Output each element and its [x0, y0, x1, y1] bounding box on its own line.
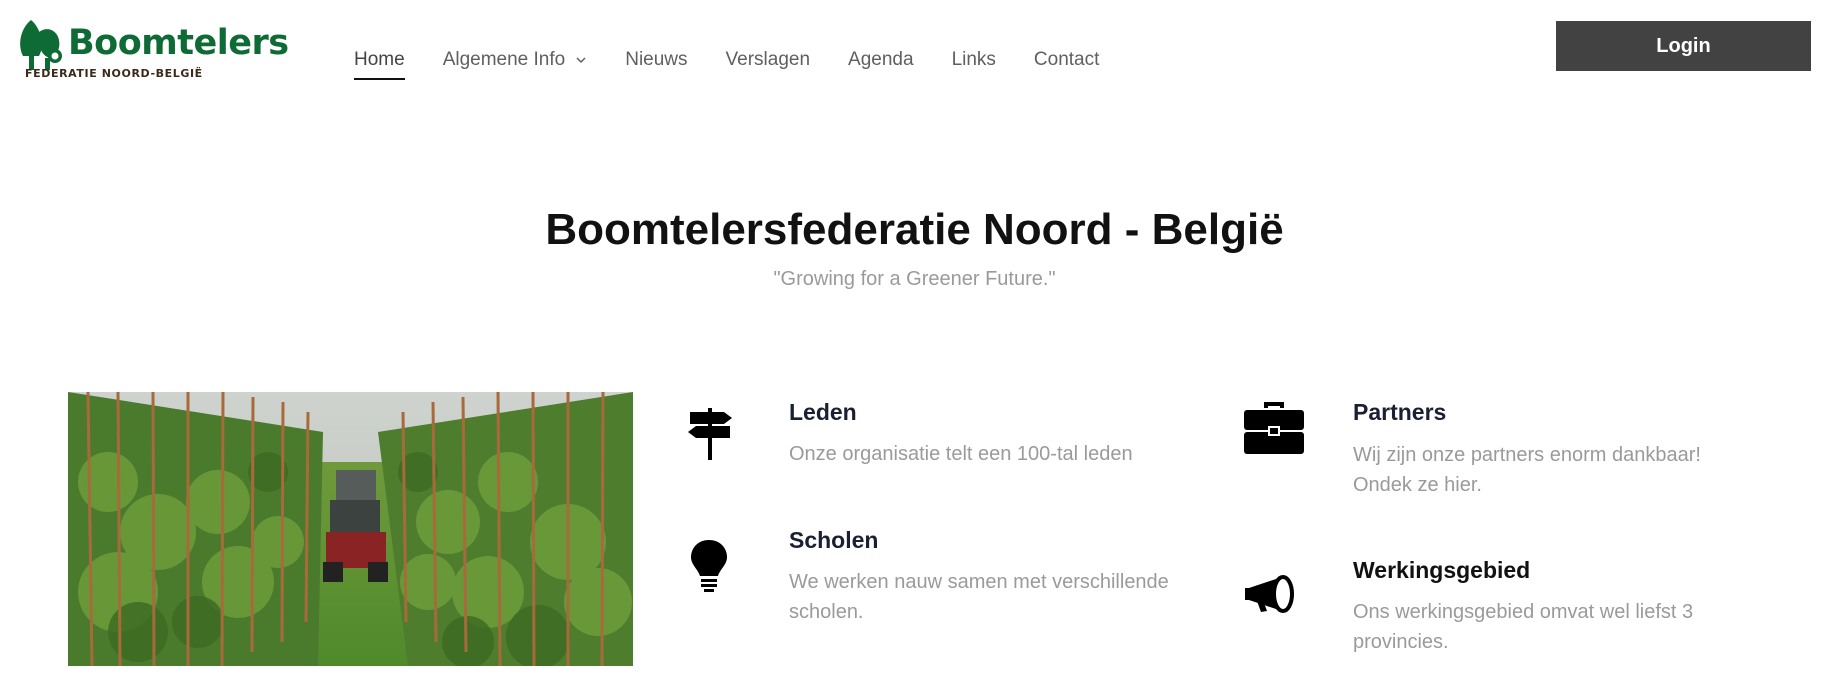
nav-verslagen[interactable]: Verslagen	[726, 49, 811, 71]
nav-links[interactable]: Links	[952, 49, 996, 71]
nav-algemene-info[interactable]: Algemene Info	[443, 49, 588, 71]
nav-nieuws-label: Nieuws	[625, 49, 688, 70]
feature-scholen-title: Scholen	[789, 527, 879, 553]
logo-name: Boomtelers	[68, 23, 289, 63]
feature-scholen-text: We werken nauw samen met verschillende s…	[789, 571, 1169, 623]
page-tagline: "Growing for a Greener Future."	[773, 268, 1056, 290]
tree-logo-icon	[20, 20, 62, 70]
nav-home[interactable]: Home	[354, 49, 405, 80]
nav-contact[interactable]: Contact	[1034, 49, 1099, 71]
nav-algemene-info-label: Algemene Info	[442, 49, 566, 70]
feature-partners-text: Wij zijn onze partners enorm dankbaar! O…	[1353, 444, 1701, 496]
briefcase-icon	[1244, 402, 1304, 454]
main-nav: Home Algemene Info Nieuws Verslagen Agen…	[354, 48, 1137, 80]
logo-subtitle: FEDERATIE NOORD-BELGIË	[25, 67, 203, 80]
site-logo[interactable]: Boomtelers FEDERATIE NOORD-BELGIË	[17, 18, 289, 86]
feature-werkingsgebied-title: Werkingsgebied	[1353, 557, 1531, 583]
signpost-icon	[688, 408, 732, 460]
nav-contact-label: Contact	[1033, 49, 1100, 70]
nav-home-label: Home	[354, 49, 405, 70]
nav-nieuws[interactable]: Nieuws	[625, 49, 687, 71]
lightbulb-icon	[691, 540, 727, 592]
feature-leden-text: Onze organisatie telt een 100-tal leden	[789, 443, 1133, 465]
feature-partners-title: Partners	[1353, 399, 1447, 425]
page-title: Boomtelersfederatie Noord - België	[545, 205, 1284, 254]
nav-agenda[interactable]: Agenda	[848, 49, 914, 71]
nav-verslagen-label: Verslagen	[725, 49, 811, 70]
feature-leden-title: Leden	[789, 399, 857, 425]
feature-werkingsgebied-text: Ons werkingsgebied omvat wel liefst 3 pr…	[1353, 601, 1694, 653]
nav-links-label: Links	[951, 49, 996, 70]
megaphone-icon	[1245, 575, 1294, 613]
login-button[interactable]: Login	[1556, 21, 1811, 71]
nav-agenda-label: Agenda	[848, 49, 914, 70]
nursery-photo	[68, 392, 633, 666]
chevron-down-icon	[576, 57, 586, 64]
